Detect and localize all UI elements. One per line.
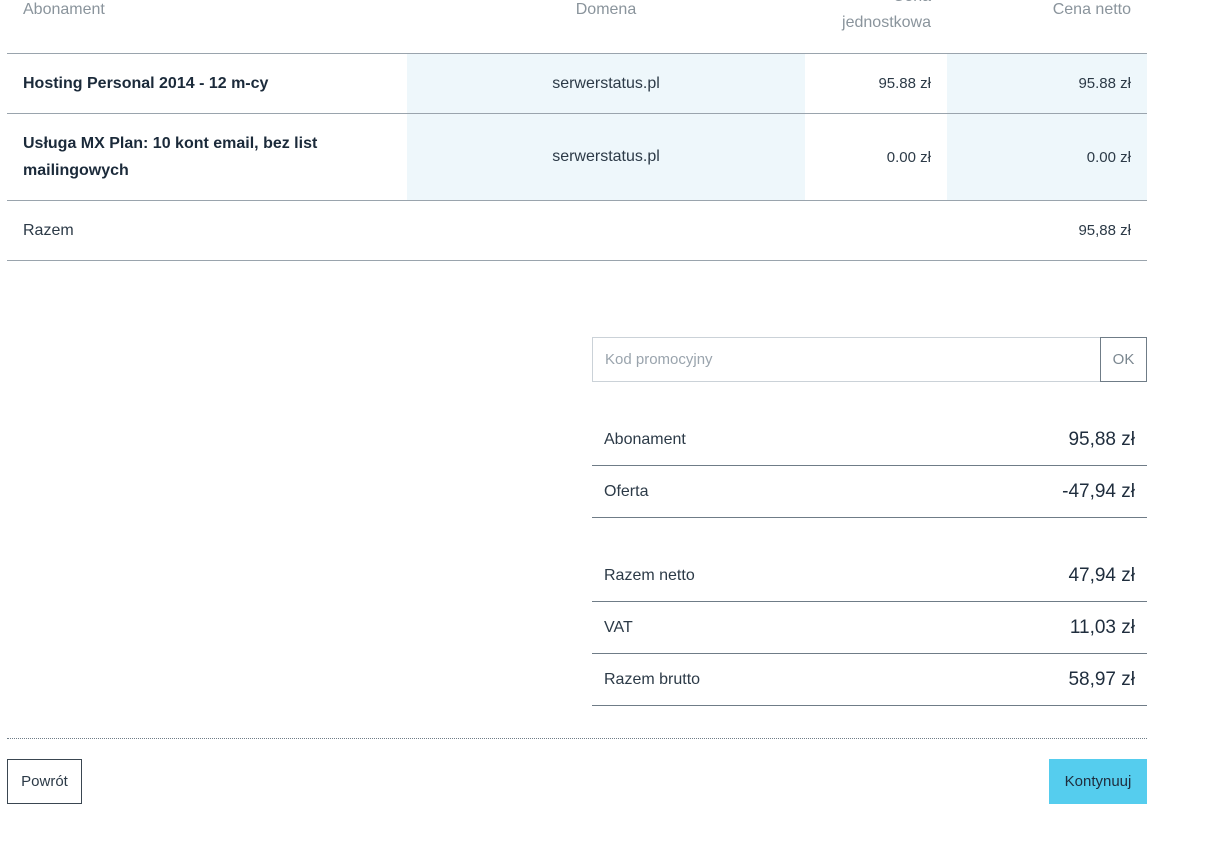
summary-net-label: Razem netto xyxy=(604,566,695,584)
header-unit-price: Cena jednostkowa xyxy=(842,0,931,31)
row-unit-price: 95.88 zł xyxy=(878,75,931,92)
price-summary: Abonament 95,88 zł Oferta -47,94 zł xyxy=(592,414,1147,518)
summary-net-value: 47,94 zł xyxy=(1068,564,1135,586)
summary-row-gross: Razem brutto 58,97 zł xyxy=(592,654,1147,706)
header-net-price: Cena netto xyxy=(1052,1,1131,18)
header-domain: Domena xyxy=(575,1,637,18)
summary-row-net: Razem netto 47,94 zł xyxy=(592,550,1147,602)
summary-row-vat: VAT 11,03 zł xyxy=(592,602,1147,654)
total-label: Razem xyxy=(23,222,74,239)
summary-gross-value: 58,97 zł xyxy=(1068,668,1135,690)
table-row: Hosting Personal 2014 - 12 m-cy serwerst… xyxy=(7,54,1147,114)
summary-vat-label: VAT xyxy=(604,618,633,636)
header-subscription: Abonament xyxy=(23,1,105,18)
summary-subscription-value: 95,88 zł xyxy=(1068,428,1135,450)
summary-vat-value: 11,03 zł xyxy=(1069,616,1135,638)
row-product-name: Usługa MX Plan: 10 kont email, bez list … xyxy=(7,114,407,200)
back-button[interactable]: Powrót xyxy=(7,759,82,804)
footer-divider xyxy=(7,738,1147,739)
summary-offer-value: -47,94 zł xyxy=(1062,480,1135,502)
continue-button[interactable]: Kontynuuj xyxy=(1049,759,1147,804)
summary-gross-label: Razem brutto xyxy=(604,670,701,688)
row-net-price: 95.88 zł xyxy=(947,54,1147,113)
row-unit-price: 0.00 zł xyxy=(886,148,931,166)
row-domain: serwerstatus.pl xyxy=(407,54,805,113)
total-value: 95,88 zł xyxy=(1078,222,1131,239)
totals-summary: Razem netto 47,94 zł VAT 11,03 zł Razem … xyxy=(592,550,1147,706)
order-table: Abonament Domena Cena jednostkowa Cena n… xyxy=(7,0,1147,261)
row-net-price: 0.00 zł xyxy=(947,114,1147,200)
summary-subscription-label: Abonament xyxy=(604,430,686,448)
order-table-header: Abonament Domena Cena jednostkowa Cena n… xyxy=(7,0,1147,54)
promo-code-input[interactable] xyxy=(592,337,1101,382)
summary-row-offer: Oferta -47,94 zł xyxy=(592,466,1147,518)
row-domain: serwerstatus.pl xyxy=(407,114,805,200)
row-product-name: Hosting Personal 2014 - 12 m-cy xyxy=(23,75,269,92)
table-total-row: Razem 95,88 zł xyxy=(7,201,1147,261)
summary-row-subscription: Abonament 95,88 zł xyxy=(592,414,1147,466)
promo-code-form: OK xyxy=(592,337,1147,382)
summary-offer-label: Oferta xyxy=(604,482,649,500)
table-row: Usługa MX Plan: 10 kont email, bez list … xyxy=(7,114,1147,201)
promo-ok-button[interactable]: OK xyxy=(1100,337,1147,382)
row-product-name-text: Usługa MX Plan: 10 kont email, bez list … xyxy=(23,135,318,179)
